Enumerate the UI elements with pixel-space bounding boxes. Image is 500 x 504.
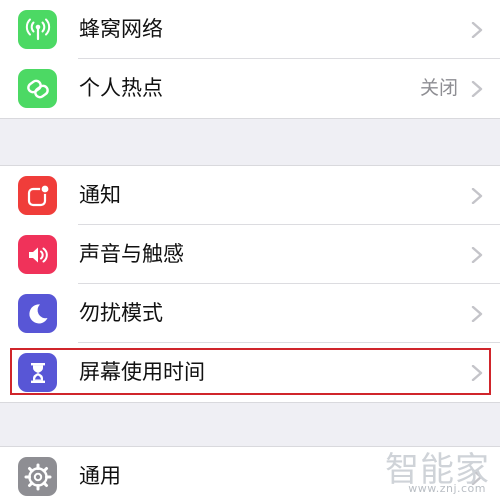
settings-row-do-not-disturb[interactable]: 勿扰模式 [0, 284, 500, 343]
settings-row-notifications[interactable]: 通知 [0, 166, 500, 225]
chevron-right-icon [471, 365, 483, 381]
hourglass-icon [18, 353, 57, 392]
settings-screen: 蜂窝网络 个人热点 关闭 通知 声音与触感 勿扰模式 屏幕使用时间 通用 智能家… [0, 0, 500, 504]
chevron-right-icon [471, 306, 483, 322]
chevron-right-icon [471, 469, 483, 485]
moon-icon [18, 294, 57, 333]
chevron-right-icon [471, 81, 483, 97]
hotspot-chain-icon [18, 69, 57, 108]
chevron-right-icon [471, 22, 483, 38]
settings-row-hotspot[interactable]: 个人热点 关闭 [0, 59, 500, 118]
antenna-icon [18, 10, 57, 49]
settings-row-label: 个人热点 [79, 76, 163, 100]
settings-row-label: 屏幕使用时间 [79, 360, 205, 384]
settings-row-label: 勿扰模式 [79, 301, 163, 325]
settings-row-general[interactable]: 通用 [0, 447, 500, 504]
settings-group-network: 蜂窝网络 个人热点 关闭 [0, 0, 500, 119]
notification-icon [18, 176, 57, 215]
settings-row-label: 通知 [79, 183, 121, 207]
chevron-right-icon [471, 188, 483, 204]
settings-row-label: 通用 [79, 464, 121, 488]
settings-row-label: 声音与触感 [79, 242, 184, 266]
settings-row-sounds[interactable]: 声音与触感 [0, 225, 500, 284]
settings-row-value: 关闭 [419, 77, 458, 99]
settings-group-general: 通用 [0, 446, 500, 504]
settings-group-notifications: 通知 声音与触感 勿扰模式 屏幕使用时间 [0, 165, 500, 403]
gear-icon [18, 457, 57, 496]
settings-row-cellular[interactable]: 蜂窝网络 [0, 0, 500, 59]
speaker-icon [18, 235, 57, 274]
settings-row-screen-time[interactable]: 屏幕使用时间 [0, 343, 500, 402]
settings-row-label: 蜂窝网络 [79, 17, 163, 41]
chevron-right-icon [471, 247, 483, 263]
